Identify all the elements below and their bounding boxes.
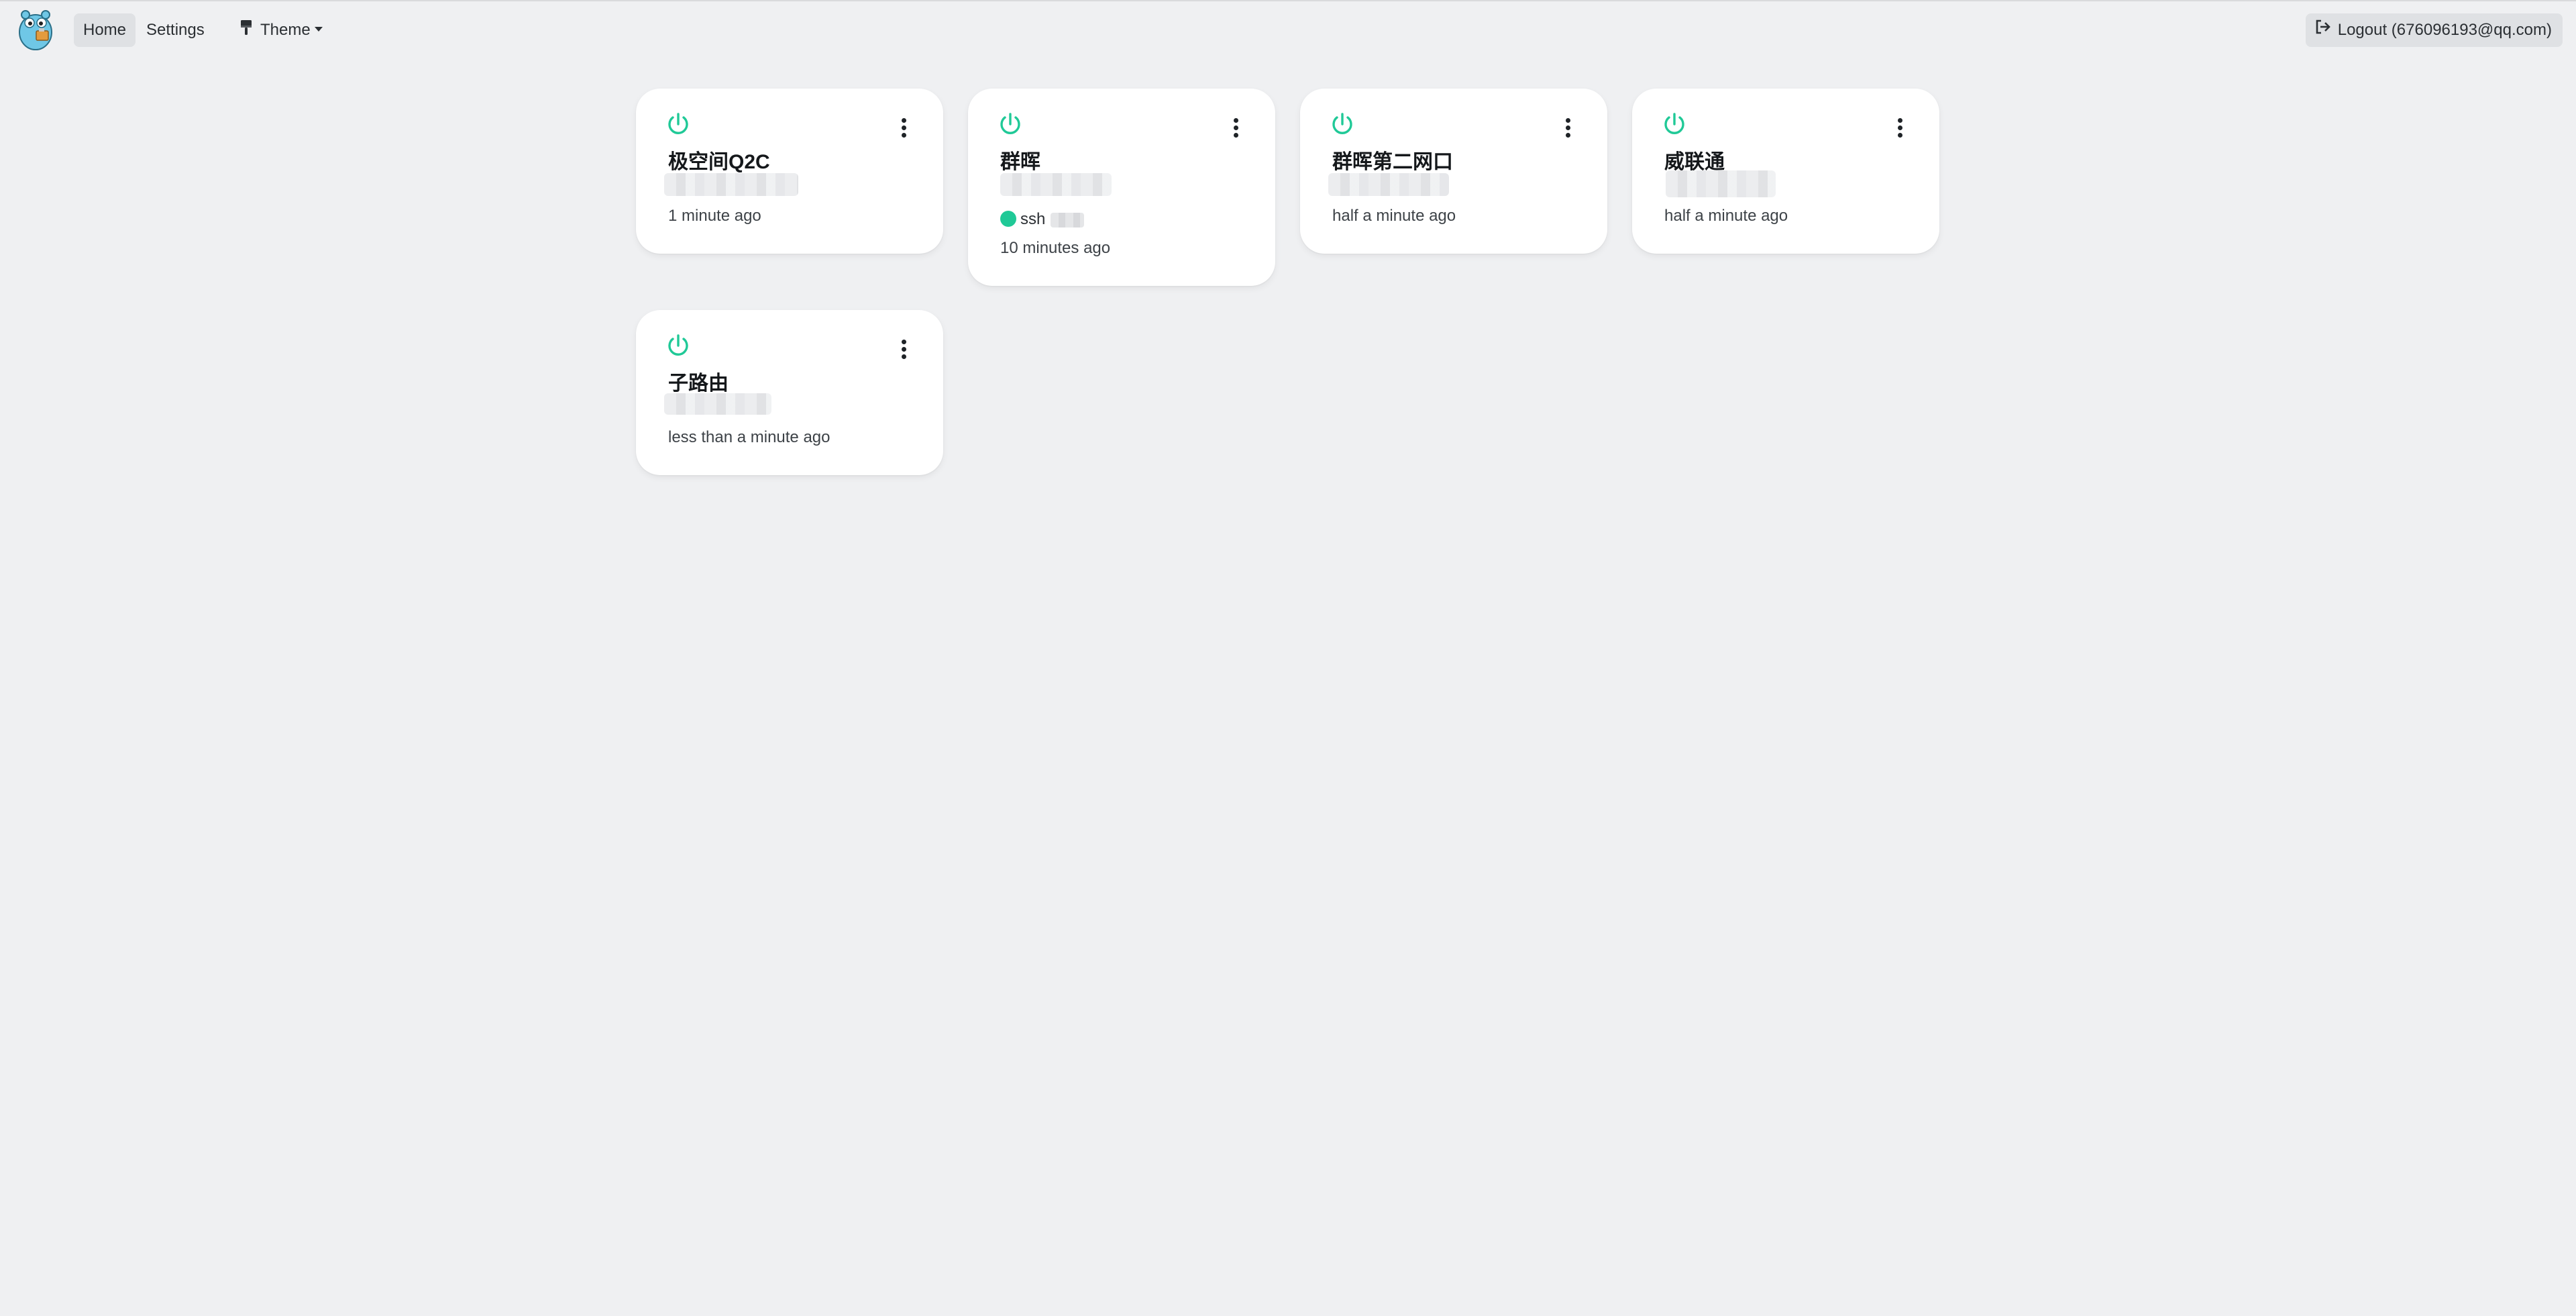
power-icon[interactable]	[1662, 111, 1687, 137]
redacted-address	[664, 393, 771, 415]
power-icon[interactable]	[665, 111, 691, 137]
last-seen: less than a minute ago	[668, 428, 830, 446]
device-name: 群晖第二网口	[1332, 151, 1453, 173]
more-options-icon[interactable]	[900, 340, 907, 360]
chevron-down-icon	[314, 27, 323, 32]
device-card[interactable]: 群晖 ssh 10 minutes ago	[968, 89, 1275, 286]
nav-settings-label: Settings	[146, 21, 205, 39]
nav-settings[interactable]: Settings	[137, 13, 214, 47]
device-card[interactable]: 极空间Q2C 1 minute ago	[636, 89, 943, 254]
redacted-address	[1666, 170, 1776, 197]
last-seen: half a minute ago	[1664, 207, 1788, 225]
device-card[interactable]: 威联通 half a minute ago	[1632, 89, 1939, 254]
service-tag[interactable]: ssh	[1000, 209, 1085, 230]
theme-dropdown[interactable]: Theme	[231, 13, 332, 47]
power-icon[interactable]	[665, 333, 691, 358]
logout-label: Logout (676096193@qq.com)	[2337, 21, 2552, 39]
power-icon[interactable]	[998, 111, 1023, 137]
status-dot	[1000, 210, 1016, 227]
redacted-address	[1000, 173, 1112, 196]
more-options-icon[interactable]	[1564, 118, 1571, 138]
device-card[interactable]: 子路由 less than a minute ago	[636, 310, 943, 475]
service-tag-label: ssh	[1020, 210, 1046, 228]
device-card[interactable]: 群晖第二网口 half a minute ago	[1300, 89, 1607, 254]
logout-icon	[2315, 13, 2331, 46]
device-name: 群晖	[1000, 151, 1040, 173]
paint-brush-icon	[240, 14, 252, 48]
nav-home-label: Home	[83, 21, 127, 39]
last-seen: 10 minutes ago	[1000, 239, 1111, 257]
redacted-address	[1328, 173, 1449, 196]
more-options-icon[interactable]	[900, 118, 907, 138]
more-options-icon[interactable]	[1232, 118, 1239, 138]
logout-button[interactable]: Logout (676096193@qq.com)	[2305, 13, 2563, 47]
device-name: 极空间Q2C	[668, 151, 770, 173]
more-options-icon[interactable]	[1896, 118, 1903, 138]
app-logo-icon[interactable]	[16, 8, 55, 51]
power-icon[interactable]	[1330, 111, 1355, 137]
last-seen: half a minute ago	[1332, 207, 1456, 225]
last-seen: 1 minute ago	[668, 207, 761, 225]
redacted-address	[664, 173, 798, 196]
device-name: 子路由	[668, 372, 729, 395]
top-navbar: Home Settings Theme Logout (676096193@qq…	[0, 0, 2576, 58]
redacted-port	[1051, 212, 1085, 227]
nav-home[interactable]: Home	[74, 13, 136, 47]
theme-label: Theme	[260, 21, 311, 39]
